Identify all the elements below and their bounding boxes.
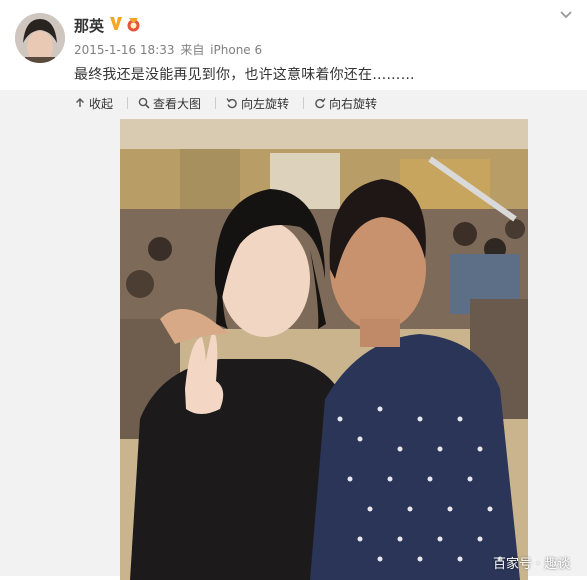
post-source: iPhone 6 bbox=[210, 43, 263, 57]
post-photo[interactable] bbox=[120, 119, 528, 580]
toolbar-divider bbox=[127, 97, 129, 109]
avatar[interactable] bbox=[15, 13, 65, 63]
watermark-text: 百家号 · 趣谈 bbox=[493, 557, 571, 572]
collapse-button[interactable]: 收起 bbox=[74, 95, 113, 112]
post-source-prefix: 来自 bbox=[180, 43, 205, 57]
avatar-image bbox=[15, 13, 65, 63]
vip-medal-icon[interactable] bbox=[125, 16, 142, 32]
view-large-button[interactable]: 查看大图 bbox=[138, 95, 201, 112]
post-meta: 2015-1-16 18:33 来自 iPhone 6 bbox=[74, 41, 264, 58]
rotate-left-label: 向左旋转 bbox=[241, 96, 290, 111]
post-timestamp[interactable]: 2015-1-16 18:33 bbox=[74, 43, 175, 57]
rotate-right-icon bbox=[315, 98, 326, 109]
post-text: 最终我还是没能再见到你，也许这意味着你还在……… bbox=[74, 67, 415, 83]
verified-v-icon bbox=[110, 17, 122, 30]
collapse-label: 收起 bbox=[89, 96, 114, 111]
photo-illustration bbox=[120, 119, 528, 580]
view-large-label: 查看大图 bbox=[153, 96, 202, 111]
collapse-icon bbox=[76, 98, 84, 107]
toolbar-divider bbox=[303, 97, 305, 109]
rotate-left-button[interactable]: 向左旋转 bbox=[226, 95, 289, 112]
magnifier-icon bbox=[138, 97, 150, 109]
toolbar-divider bbox=[215, 97, 217, 109]
rotate-right-label: 向右旋转 bbox=[329, 96, 378, 111]
chevron-down-icon[interactable] bbox=[559, 9, 573, 21]
rotate-left-icon bbox=[226, 98, 237, 109]
media-toolbar: 收起 查看大图 向左旋转 向右旋转 bbox=[74, 95, 391, 112]
rotate-right-button[interactable]: 向右旋转 bbox=[314, 95, 377, 112]
username[interactable]: 那英 bbox=[74, 15, 104, 36]
